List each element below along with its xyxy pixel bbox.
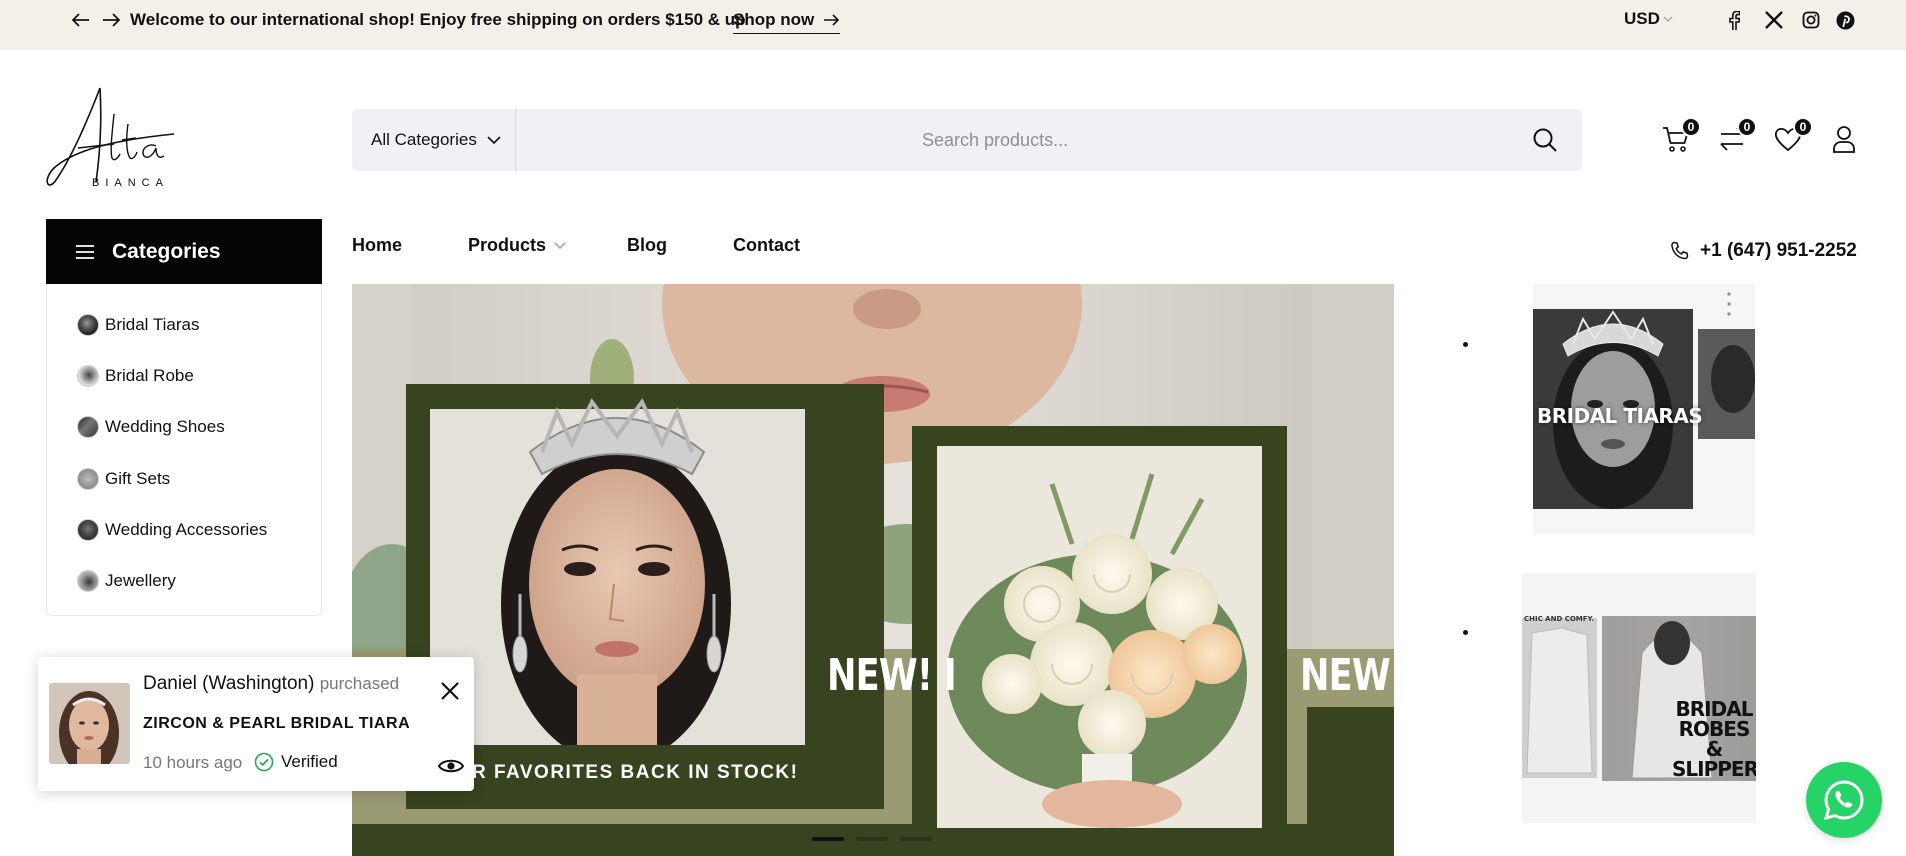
- robes-line-2: ROBES: [1678, 717, 1751, 741]
- bridal-robe-thumbnail-icon: [77, 365, 99, 387]
- nav-blog[interactable]: Blog: [627, 235, 667, 256]
- search-input[interactable]: [517, 109, 1507, 171]
- shop-now-link[interactable]: Shop now: [733, 10, 841, 34]
- alta-bianca-logo[interactable]: BIANCA: [44, 84, 184, 194]
- hamburger-menu-icon: [76, 244, 94, 259]
- customer-purchase-line: Daniel (Washington) purchased: [143, 673, 399, 695]
- promo-bullet-1: [1463, 342, 1468, 347]
- logo-subtitle: BIANCA: [92, 177, 169, 189]
- slider-dot-1[interactable]: [812, 837, 844, 841]
- new-banner-text-1: NEW! I: [827, 650, 957, 701]
- gift-sets-thumbnail-icon: [77, 468, 99, 490]
- close-notification-icon[interactable]: [440, 681, 460, 701]
- search-bar: All Categories: [352, 109, 1582, 171]
- category-label: Gift Sets: [105, 469, 171, 488]
- nav-products-label: Products: [468, 235, 547, 255]
- robes-line-3: &: [1705, 737, 1723, 761]
- slider-dot-3[interactable]: [900, 837, 932, 841]
- customer-name: Daniel (Washington): [143, 673, 315, 694]
- phone-icon: [1671, 241, 1689, 260]
- phone-number: +1 (647) 951-2252: [1700, 240, 1857, 261]
- wedding-shoes-thumbnail-icon: [77, 416, 99, 438]
- bridal-tiaras-thumbnail-icon: [77, 314, 99, 336]
- facebook-icon[interactable]: [1724, 10, 1744, 30]
- announcement-bar: Welcome to our international shop! Enjoy…: [0, 0, 1906, 50]
- category-label: Bridal Tiaras: [105, 315, 200, 334]
- chevron-down-icon: [1663, 16, 1673, 22]
- bridal-tiaras-label: BRIDAL TIARAS: [1537, 404, 1703, 428]
- cart-icon[interactable]: 0: [1661, 117, 1701, 154]
- nav-products[interactable]: Products: [468, 235, 566, 256]
- category-dropdown[interactable]: All Categories: [352, 109, 516, 171]
- whatsapp-chat-button[interactable]: [1806, 762, 1882, 838]
- category-item-bridal-tiaras[interactable]: Bridal Tiaras: [77, 311, 199, 339]
- category-label: Wedding Accessories: [105, 520, 268, 539]
- hero-slider[interactable]: NEW! I NEW! N R FAVORITES BACK IN STOCK!: [352, 284, 1394, 856]
- product-thumbnail[interactable]: [49, 683, 130, 764]
- recent-purchase-notification: Daniel (Washington) purchased ZIRCON & P…: [38, 657, 474, 791]
- search-icon[interactable]: [1532, 127, 1558, 153]
- currency-label: USD: [1624, 9, 1660, 28]
- new-banner-text-2: NEW! N: [1300, 650, 1394, 701]
- robes-line-4: SLIPPERS: [1672, 757, 1756, 781]
- wishlist-heart-icon[interactable]: 0: [1773, 117, 1813, 154]
- slider-dot-2[interactable]: [856, 837, 888, 841]
- robes-line-1: BRIDAL: [1675, 697, 1754, 721]
- category-item-jewellery[interactable]: Jewellery: [77, 567, 176, 595]
- promo-bullet-2: [1463, 630, 1468, 635]
- cart-count-badge: 0: [1681, 117, 1701, 137]
- compare-icon[interactable]: 0: [1717, 117, 1757, 154]
- purchase-action: purchased: [319, 674, 400, 693]
- category-label: Bridal Robe: [105, 366, 194, 385]
- whatsapp-icon: [1823, 780, 1864, 821]
- wishlist-count-badge: 0: [1793, 117, 1813, 137]
- nav-home[interactable]: Home: [352, 235, 402, 256]
- bridal-robes-label: BRIDAL ROBES & SLIPPERS: [1672, 699, 1756, 779]
- nav-contact[interactable]: Contact: [733, 235, 800, 256]
- category-item-bridal-robe[interactable]: Bridal Robe: [77, 362, 194, 390]
- check-circle-icon: [254, 752, 274, 772]
- verified-label: Verified: [281, 752, 338, 771]
- previous-announcement-arrow-icon[interactable]: [70, 9, 92, 31]
- chevron-down-icon: [487, 135, 501, 144]
- jewellery-thumbnail-icon: [77, 570, 99, 592]
- announcement-message: Welcome to our international shop! Enjoy…: [130, 10, 746, 29]
- category-item-wedding-shoes[interactable]: Wedding Shoes: [77, 413, 225, 441]
- categories-menu-toggle[interactable]: Categories: [46, 219, 322, 284]
- pinterest-icon[interactable]: [1835, 10, 1855, 30]
- chevron-down-icon: [554, 241, 566, 249]
- promo-bridal-tiaras[interactable]: BRIDAL TIARAS: [1533, 284, 1755, 534]
- category-item-gift-sets[interactable]: Gift Sets: [77, 465, 170, 493]
- promo-bridal-robes[interactable]: CHIC AND COMFY. BRIDAL ROBES & SLIPPERS: [1522, 573, 1756, 823]
- instagram-icon[interactable]: [1801, 10, 1821, 30]
- favorites-back-in-stock-text: R FAVORITES BACK IN STOCK!: [472, 762, 799, 783]
- chic-and-comfy-tag: CHIC AND COMFY.: [1524, 615, 1595, 623]
- category-dropdown-label: All Categories: [371, 130, 477, 149]
- categories-title: Categories: [112, 239, 221, 263]
- next-announcement-arrow-icon[interactable]: [100, 9, 122, 31]
- category-label: Wedding Shoes: [105, 417, 225, 436]
- view-product-eye-icon[interactable]: [437, 756, 465, 776]
- phone-contact[interactable]: +1 (647) 951-2252: [1670, 240, 1857, 262]
- category-label: Jewellery: [105, 571, 176, 590]
- x-icon[interactable]: [1764, 10, 1784, 30]
- wedding-accessories-thumbnail-icon: [77, 519, 99, 541]
- category-item-wedding-accessories[interactable]: Wedding Accessories: [77, 516, 267, 544]
- currency-selector[interactable]: USD: [1624, 9, 1673, 29]
- slider-pagination: [812, 837, 932, 841]
- purchase-time: 10 hours ago: [143, 753, 243, 772]
- purchased-product-name[interactable]: ZIRCON & PEARL BRIDAL TIARA: [143, 715, 410, 733]
- account-user-icon[interactable]: [1829, 124, 1859, 154]
- verified-badge: Verified: [254, 752, 338, 772]
- arrow-right-icon: [824, 14, 840, 26]
- shop-now-label: Shop now: [733, 10, 815, 29]
- categories-list: Bridal Tiaras Bridal Robe Wedding Shoes …: [46, 284, 322, 616]
- compare-count-badge: 0: [1737, 117, 1757, 137]
